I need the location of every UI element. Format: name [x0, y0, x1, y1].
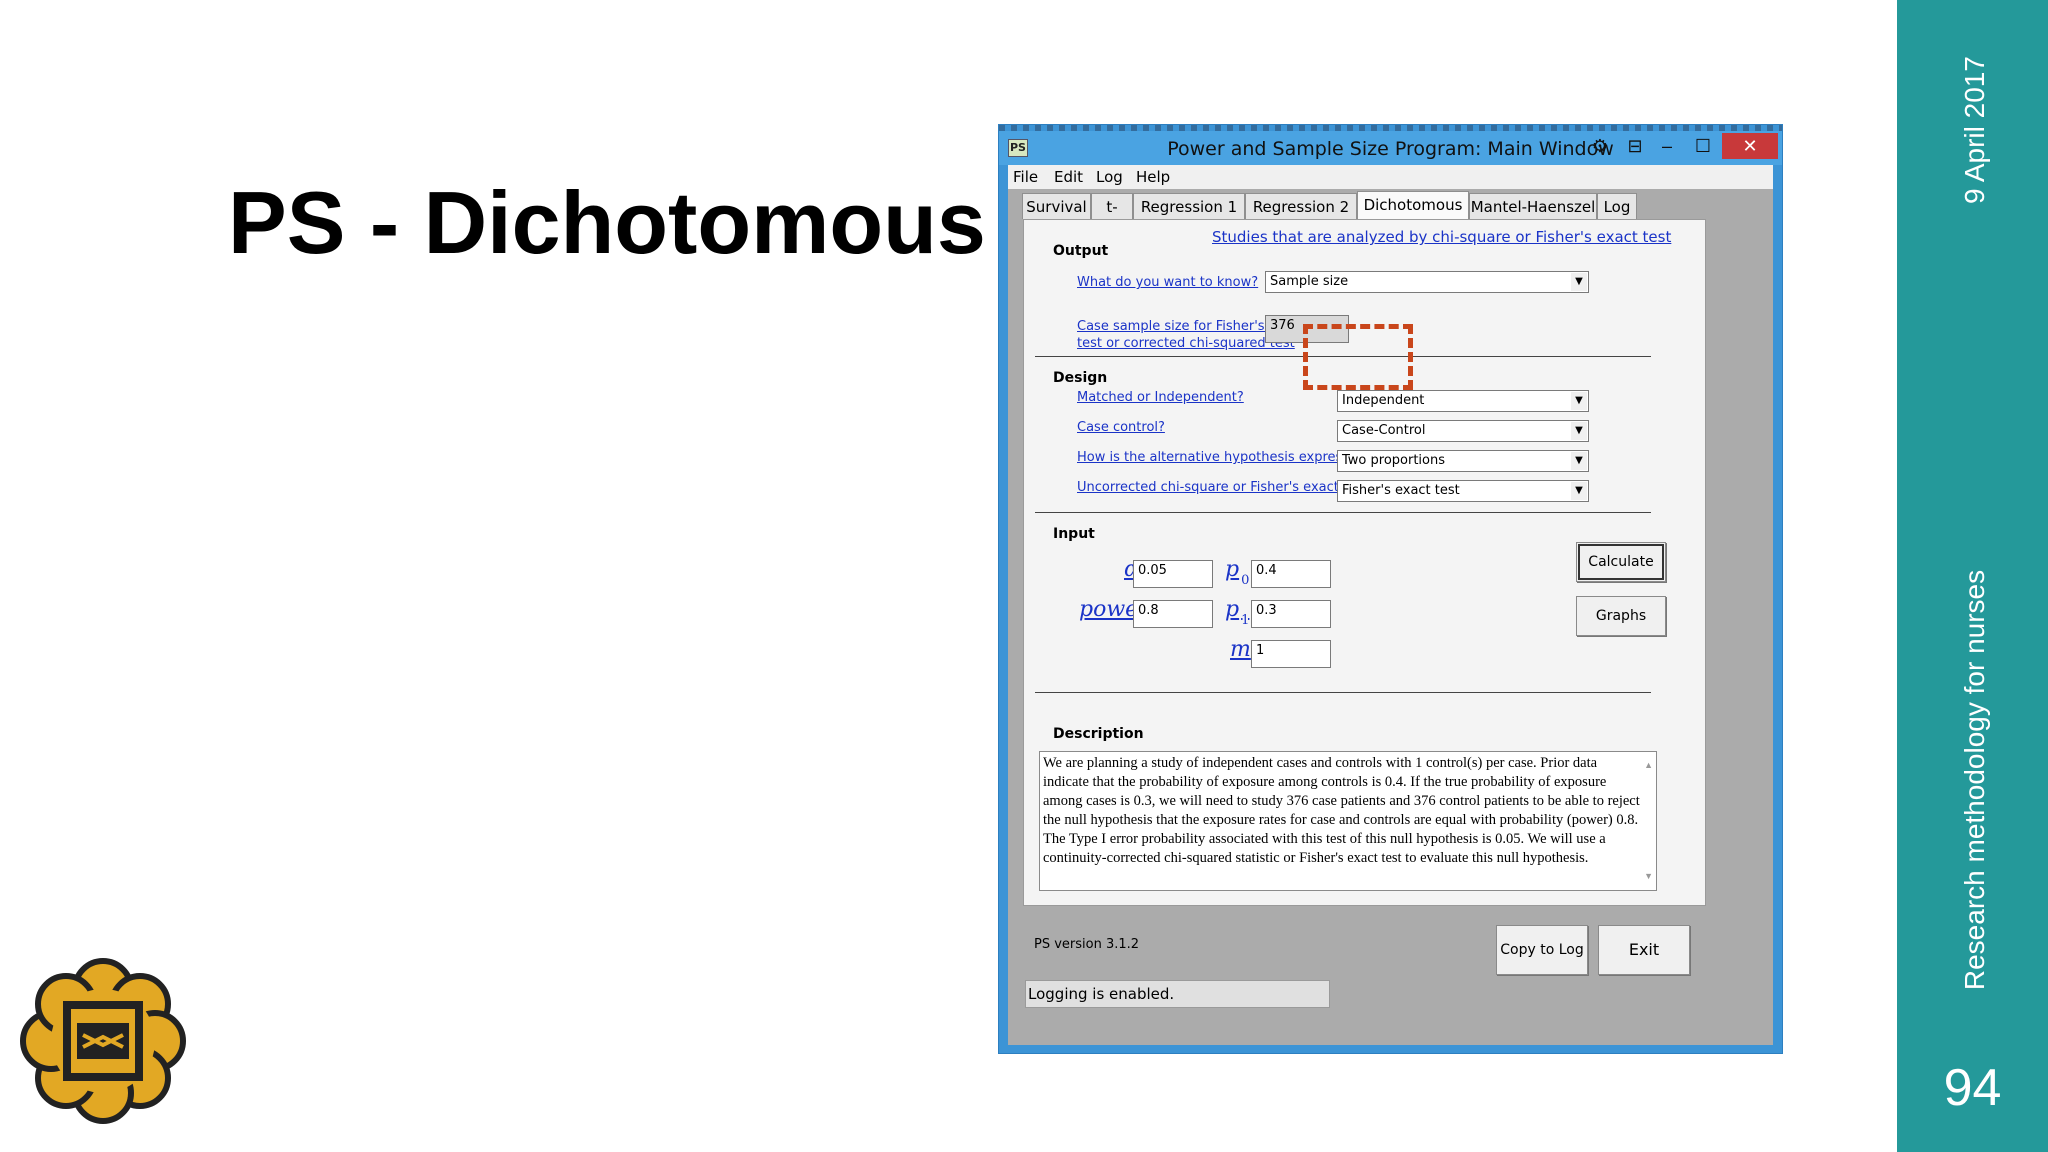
p1-input[interactable]: 0.3	[1251, 600, 1331, 628]
chevron-down-icon[interactable]: ▼	[1571, 482, 1587, 500]
restore-icon[interactable]: ⊟	[1617, 133, 1653, 159]
title-bar[interactable]: PS Power and Sample Size Program: Main W…	[999, 131, 1782, 165]
m-input[interactable]: 1	[1251, 640, 1331, 668]
output-heading: Output	[1053, 243, 1109, 259]
menu-log[interactable]: Log	[1096, 168, 1123, 186]
status-bar: Logging is enabled.	[1025, 980, 1330, 1008]
exit-button[interactable]: Exit	[1598, 925, 1690, 975]
window-client-area: File Edit Log Help Survival t-test Regre…	[1008, 165, 1773, 1045]
p0-input[interactable]: 0.4	[1251, 560, 1331, 588]
p1-subscript: 1	[1241, 613, 1250, 628]
design-heading: Design	[1053, 370, 1108, 386]
menu-bar: File Edit Log Help	[1008, 165, 1773, 189]
description-heading: Description	[1053, 726, 1144, 742]
what-to-know-value: Sample size	[1270, 274, 1349, 289]
tab-regression-2[interactable]: Regression 2	[1245, 193, 1357, 219]
what-to-know-select[interactable]: Sample size ▼	[1265, 271, 1589, 293]
chevron-down-icon[interactable]: ▼	[1571, 273, 1587, 291]
tab-mantel-haenszel[interactable]: Mantel-Haenszel	[1469, 193, 1597, 219]
scroll-down-icon[interactable]: ▼	[1644, 867, 1653, 886]
slide-course-name: Research methodology for nurses	[1959, 569, 1990, 991]
menu-file[interactable]: File	[1013, 168, 1038, 186]
tab-survival[interactable]: Survival	[1022, 193, 1091, 219]
menu-help[interactable]: Help	[1136, 168, 1170, 186]
description-textbox[interactable]: We are planning a study of independent c…	[1039, 751, 1657, 891]
chevron-down-icon[interactable]: ▼	[1571, 392, 1587, 410]
tab-regression-1[interactable]: Regression 1	[1133, 193, 1245, 219]
matched-independent-select[interactable]: Independent ▼	[1337, 390, 1589, 412]
divider	[1035, 512, 1651, 513]
result-highlight-box	[1303, 324, 1413, 390]
slide-date: 9 April 2017	[1959, 56, 1990, 204]
studies-help-link[interactable]: Studies that are analyzed by chi-square …	[1212, 228, 1671, 246]
case-control-value: Case-Control	[1342, 423, 1426, 438]
input-heading: Input	[1053, 526, 1095, 542]
dichotomous-panel: Studies that are analyzed by chi-square …	[1023, 219, 1706, 906]
matched-independent-link[interactable]: Matched or Independent?	[1077, 390, 1244, 405]
copy-to-log-button[interactable]: Copy to Log	[1496, 925, 1588, 975]
close-button[interactable]: ✕	[1722, 133, 1778, 159]
settings-icon[interactable]: ⚙	[1582, 133, 1618, 159]
tab-t-test[interactable]: t-test	[1091, 193, 1133, 242]
result-label-line-2[interactable]: test or corrected chi-squared test	[1077, 336, 1295, 351]
chevron-down-icon[interactable]: ▼	[1571, 452, 1587, 470]
case-control-select[interactable]: Case-Control ▼	[1337, 420, 1589, 442]
p1-link[interactable]: p1	[1225, 597, 1249, 628]
slide-page-number: 94	[1943, 1059, 2002, 1117]
tab-dichotomous[interactable]: Dichotomous	[1357, 191, 1469, 219]
maximize-button[interactable]: ☐	[1685, 133, 1721, 159]
slide-title: PS - Dichotomous	[228, 173, 986, 272]
graphs-button[interactable]: Graphs	[1576, 596, 1666, 636]
test-type-link[interactable]: Uncorrected chi-square or Fisher's exact…	[1077, 480, 1375, 495]
version-label: PS version 3.1.2	[1034, 937, 1140, 952]
p0-link[interactable]: p0	[1225, 557, 1249, 588]
minimize-button[interactable]: –	[1649, 133, 1685, 159]
alpha-input[interactable]: 0.05	[1133, 560, 1213, 588]
m-link[interactable]: m	[1230, 637, 1251, 662]
chevron-down-icon[interactable]: ▼	[1571, 422, 1587, 440]
p0-subscript: 0	[1241, 573, 1250, 588]
matched-independent-value: Independent	[1342, 393, 1425, 408]
hypothesis-value: Two proportions	[1342, 453, 1445, 468]
scroll-up-icon[interactable]: ▲	[1644, 756, 1653, 775]
test-type-select[interactable]: Fisher's exact test ▼	[1337, 480, 1589, 502]
hypothesis-select[interactable]: Two proportions ▼	[1337, 450, 1589, 472]
menu-edit[interactable]: Edit	[1054, 168, 1083, 186]
description-text: We are planning a study of independent c…	[1043, 755, 1640, 866]
tab-log[interactable]: Log	[1597, 193, 1637, 219]
case-control-link[interactable]: Case control?	[1077, 420, 1165, 435]
power-input[interactable]: 0.8	[1133, 600, 1213, 628]
university-logo-icon	[20, 958, 186, 1124]
ps-main-window: PS Power and Sample Size Program: Main W…	[998, 124, 1783, 1054]
hypothesis-link[interactable]: How is the alternative hypothesis expres…	[1077, 450, 1372, 465]
divider	[1035, 692, 1651, 693]
what-to-know-link[interactable]: What do you want to know?	[1077, 275, 1258, 290]
p0-symbol: p	[1225, 557, 1240, 582]
calculate-button[interactable]: Calculate	[1576, 542, 1666, 582]
test-type-value: Fisher's exact test	[1342, 483, 1460, 498]
p1-symbol: p	[1225, 597, 1240, 622]
